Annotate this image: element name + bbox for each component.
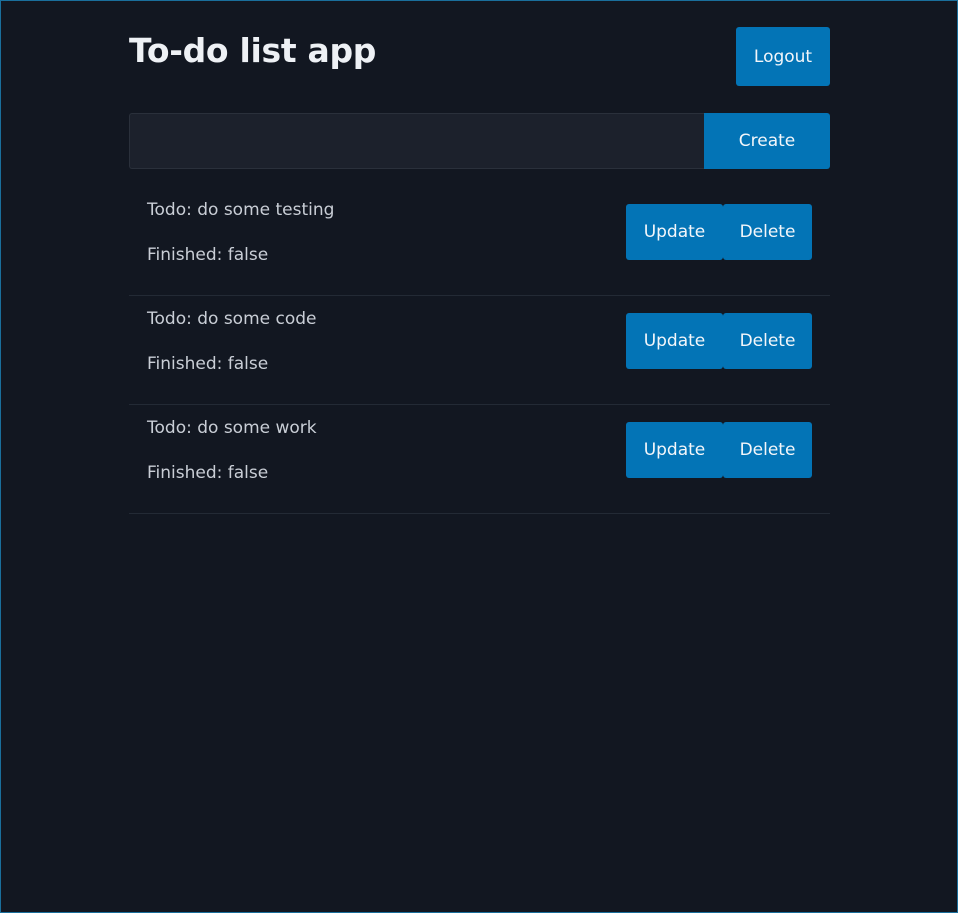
todo-list: Todo: do some testing Finished: false Up… xyxy=(129,169,830,514)
delete-button[interactable]: Delete xyxy=(723,422,812,478)
todo-text: Todo: do some work xyxy=(147,418,317,438)
todo-actions: Update Delete xyxy=(626,313,812,369)
todo-finished-status: Finished: false xyxy=(147,463,269,483)
app-container: To-do list app Logout Create Todo: do so… xyxy=(129,1,830,514)
todo-actions: Update Delete xyxy=(626,422,812,478)
todo-text: Todo: do some testing xyxy=(147,200,335,220)
update-button[interactable]: Update xyxy=(626,204,723,260)
create-button[interactable]: Create xyxy=(704,113,830,169)
todo-item: Todo: do some work Finished: false Updat… xyxy=(129,405,830,514)
todo-finished-status: Finished: false xyxy=(147,354,269,374)
update-button[interactable]: Update xyxy=(626,422,723,478)
delete-button[interactable]: Delete xyxy=(723,313,812,369)
new-todo-input[interactable] xyxy=(129,113,704,169)
create-todo-form: Create xyxy=(129,113,830,169)
header: To-do list app Logout xyxy=(129,1,830,113)
delete-button[interactable]: Delete xyxy=(723,204,812,260)
todo-finished-status: Finished: false xyxy=(147,245,269,265)
todo-actions: Update Delete xyxy=(626,204,812,260)
todo-item: Todo: do some testing Finished: false Up… xyxy=(129,169,830,296)
update-button[interactable]: Update xyxy=(626,313,723,369)
logout-button[interactable]: Logout xyxy=(736,27,830,86)
page-title: To-do list app xyxy=(129,31,377,70)
todo-item: Todo: do some code Finished: false Updat… xyxy=(129,296,830,405)
todo-text: Todo: do some code xyxy=(147,309,317,329)
